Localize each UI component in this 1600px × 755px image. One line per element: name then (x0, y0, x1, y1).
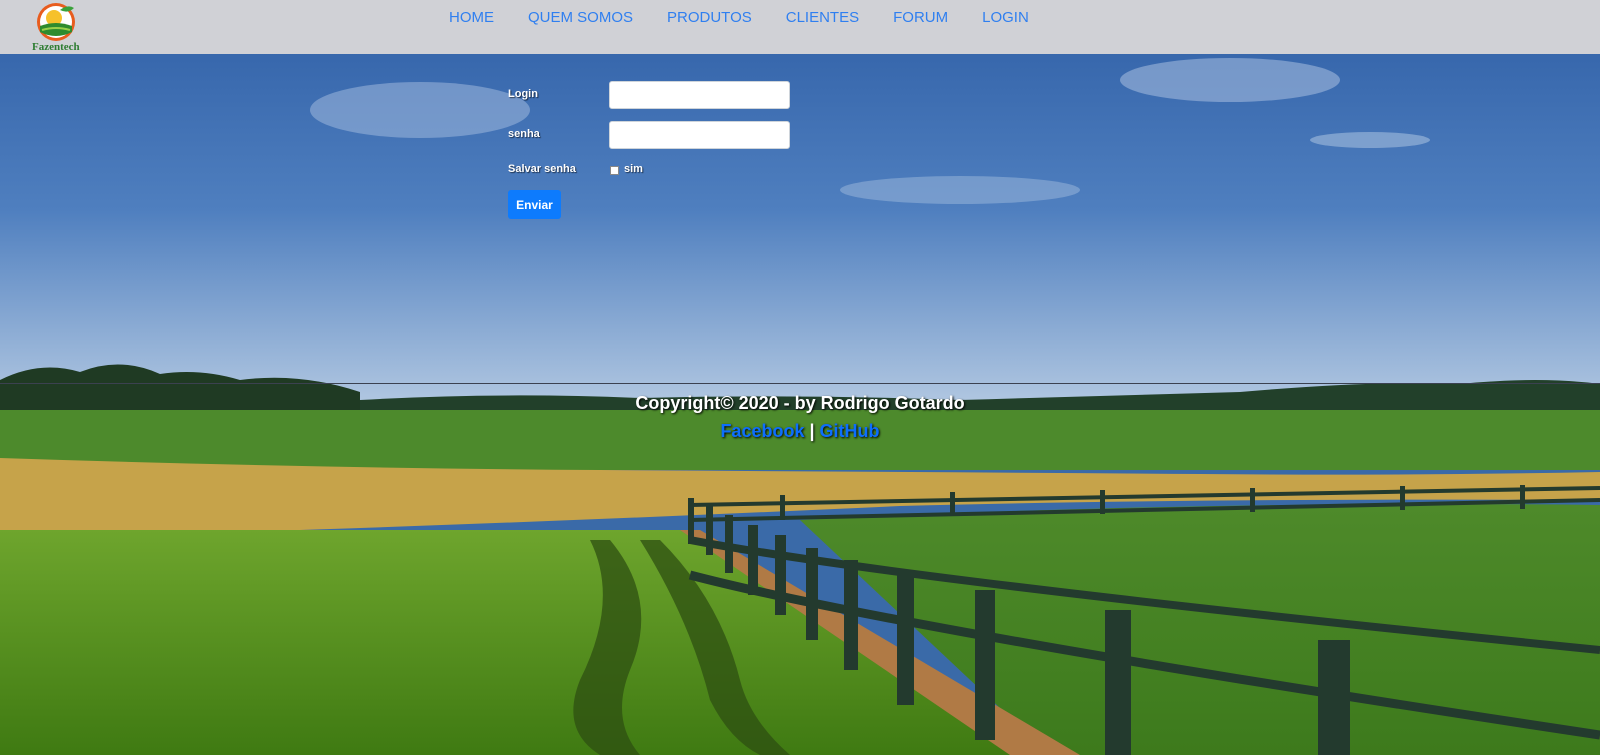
top-navbar: Fazentech HOME QUEM SOMOS PRODUTOS CLIEN… (0, 0, 1600, 54)
footer-divider (0, 383, 1600, 384)
main-nav: HOME QUEM SOMOS PRODUTOS CLIENTES FORUM … (449, 9, 1063, 26)
submit-button[interactable]: Enviar (508, 190, 561, 219)
password-input[interactable] (609, 121, 790, 149)
github-link[interactable]: GitHub (820, 421, 880, 441)
footer-link-separator: | (809, 421, 815, 441)
nav-item-home[interactable]: HOME (449, 9, 494, 26)
save-password-checkbox[interactable] (610, 166, 619, 175)
nav-item-quem-somos[interactable]: QUEM SOMOS (528, 9, 633, 26)
logo-icon (37, 3, 75, 41)
nav-item-produtos[interactable]: PRODUTOS (667, 9, 752, 26)
nav-item-clientes[interactable]: CLIENTES (786, 9, 859, 26)
password-label: senha (508, 128, 540, 140)
nav-item-login[interactable]: LOGIN (982, 9, 1029, 26)
copyright-text: Copyright© 2020 - by Rodrigo Gotardo (635, 393, 965, 413)
brand-name: Fazentech (32, 41, 80, 53)
nav-item-forum[interactable]: FORUM (893, 9, 948, 26)
save-password-option-label: sim (624, 163, 643, 175)
save-password-label: Salvar senha (508, 163, 576, 175)
login-input[interactable] (609, 81, 790, 109)
brand-logo[interactable]: Fazentech (30, 0, 86, 54)
background-landscape-image (0, 0, 1600, 755)
login-label: Login (508, 88, 538, 100)
footer-links: Facebook | GitHub (0, 421, 1600, 442)
facebook-link[interactable]: Facebook (720, 421, 804, 441)
